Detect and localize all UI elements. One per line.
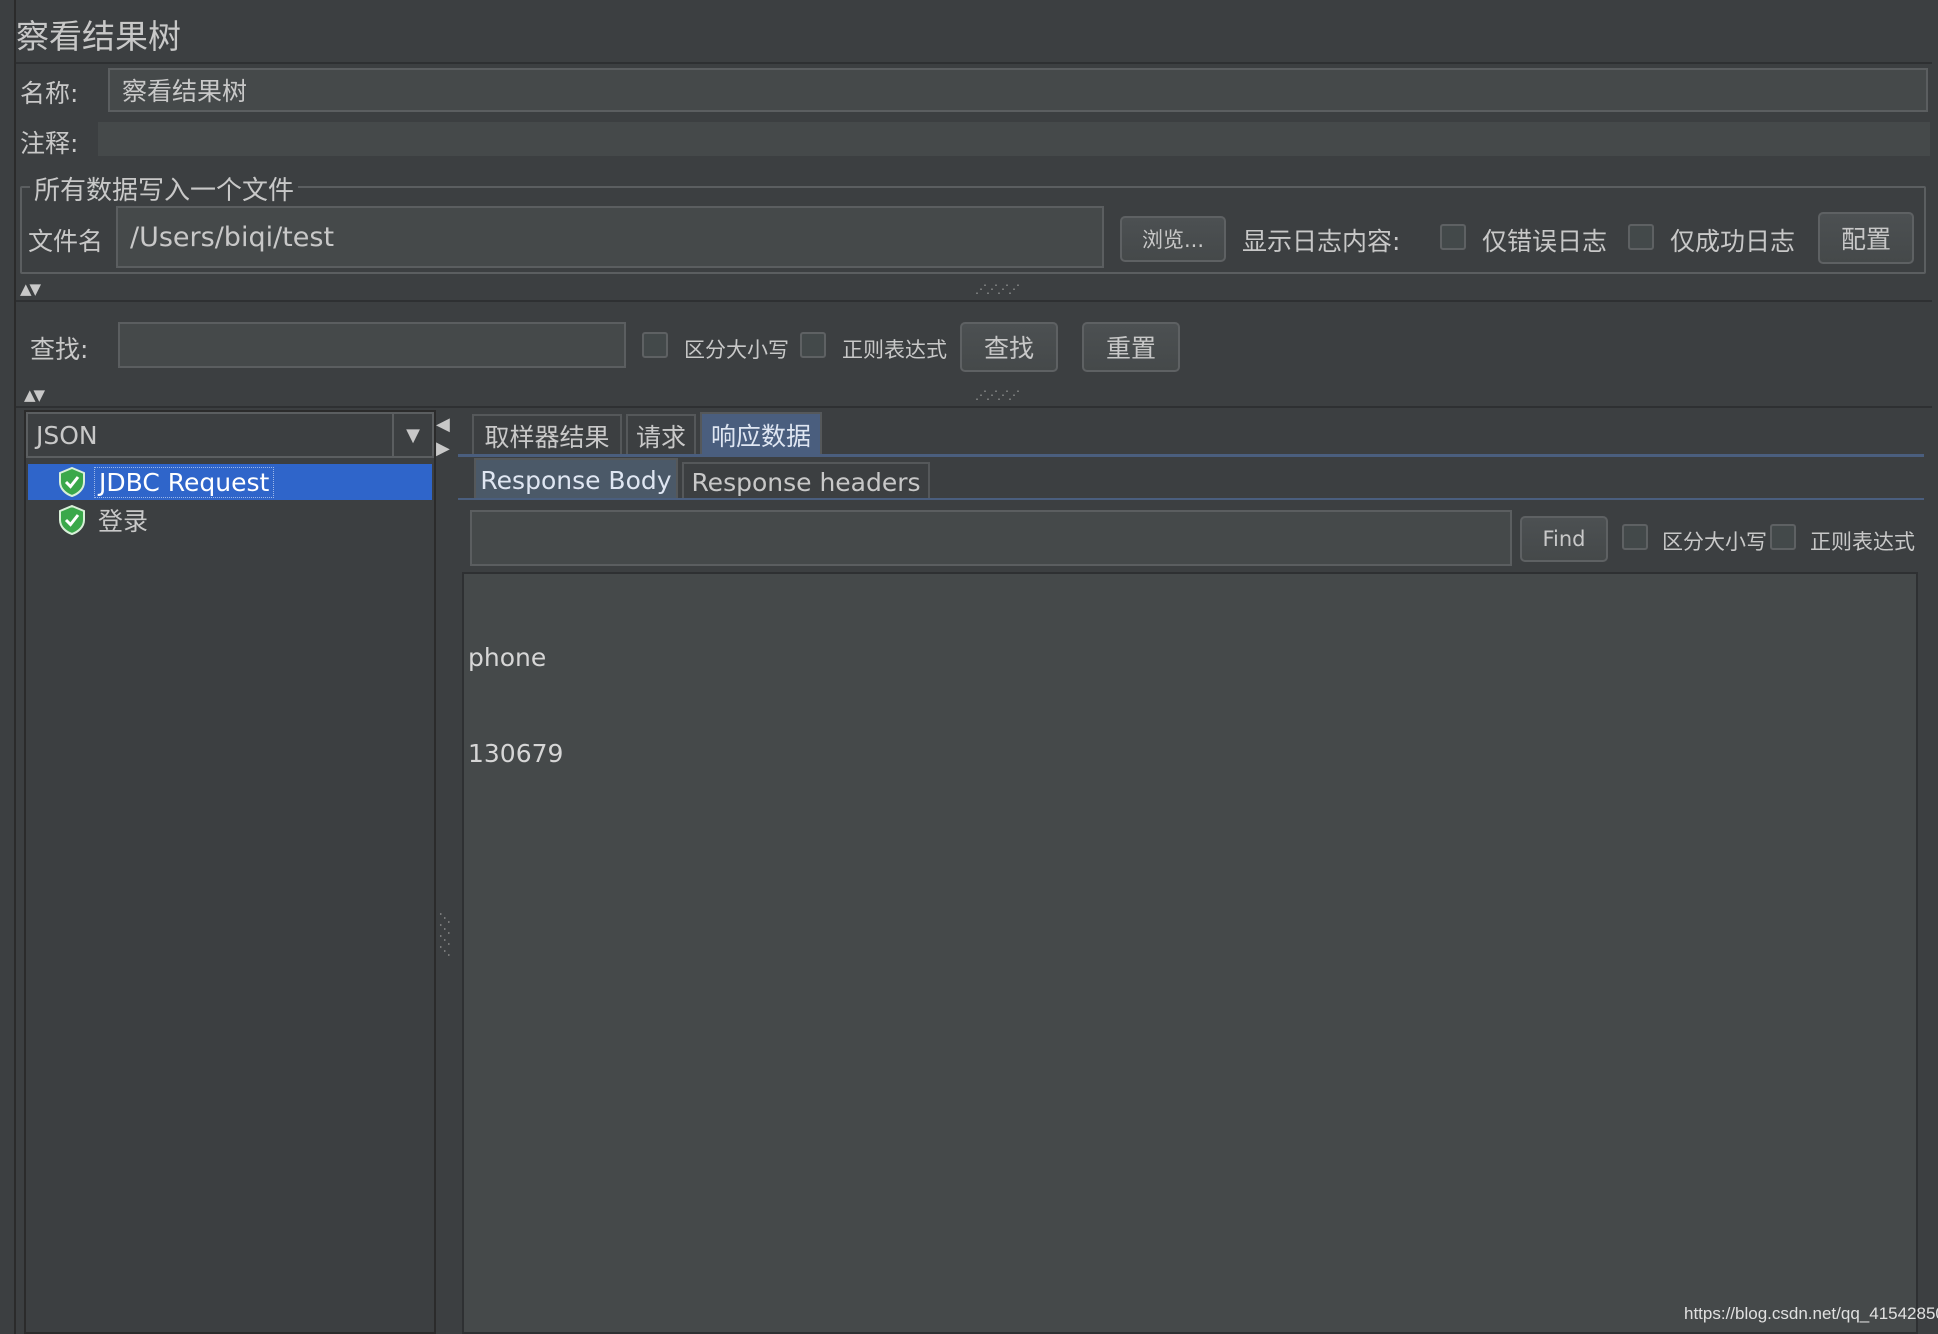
search-label: 查找: [30, 335, 89, 364]
response-find-button[interactable]: Find [1520, 516, 1608, 562]
success-shield-icon [58, 467, 86, 497]
expand-right-icon[interactable]: ▶ [436, 438, 450, 462]
expand-left-icon[interactable]: ◀ [436, 414, 450, 438]
filename-input[interactable]: /Users/biqi/test [116, 206, 1104, 268]
window-left-border [14, 0, 16, 1334]
divider [16, 62, 1932, 64]
response-regex-label: 正则表达式 [1810, 530, 1915, 554]
watermark-text: https://blog.csdn.net/qq_41542850 [1684, 1304, 1938, 1323]
renderer-select-value: JSON [36, 420, 98, 450]
case-sensitive-label: 区分大小写 [684, 338, 789, 362]
filename-label: 文件名 [28, 227, 104, 256]
browse-button[interactable]: 浏览... [1120, 216, 1226, 262]
case-sensitive-checkbox[interactable] [642, 332, 668, 358]
response-case-sensitive-label: 区分大小写 [1662, 530, 1767, 554]
response-line: 130679 [468, 739, 564, 768]
page-title: 察看结果树 [16, 17, 181, 56]
name-label: 名称: [20, 79, 79, 108]
log-display-label: 显示日志内容: [1242, 227, 1401, 256]
results-tree-panel [24, 410, 436, 1334]
chevron-down-icon[interactable]: ▼ [392, 414, 432, 456]
search-find-button[interactable]: 查找 [960, 322, 1058, 372]
tab-response-headers[interactable]: Response headers [682, 462, 930, 500]
divider [16, 300, 1932, 302]
comment-label: 注释: [20, 129, 79, 158]
tab-response-body[interactable]: Response Body [474, 458, 678, 500]
config-button[interactable]: 配置 [1818, 212, 1914, 264]
success-only-label: 仅成功日志 [1670, 227, 1796, 256]
splitter-grip-icon[interactable]: ⋰⋰⋰⋰ [975, 282, 1020, 296]
regex-label: 正则表达式 [842, 338, 947, 362]
success-shield-icon [58, 505, 86, 535]
response-case-sensitive-checkbox[interactable] [1622, 524, 1648, 550]
file-section-legend: 所有数据写入一个文件 [30, 170, 299, 207]
splitter-grip-icon[interactable]: ⋰⋰⋰⋰ [975, 388, 1020, 402]
tree-item-login[interactable]: 登录 [28, 502, 432, 538]
errors-only-checkbox[interactable] [1440, 224, 1466, 250]
collapse-arrows-icon[interactable]: ▲▼ [24, 386, 45, 404]
comment-input[interactable] [98, 122, 1930, 156]
name-input[interactable]: 察看结果树 [108, 68, 1928, 112]
collapse-arrows-icon[interactable]: ▲▼ [20, 280, 41, 298]
search-reset-button[interactable]: 重置 [1082, 322, 1180, 372]
subtab-underline [458, 498, 1924, 500]
tree-item-jdbc-request[interactable]: JDBC Request [28, 464, 432, 500]
response-body-area[interactable]: phone 130679 [462, 572, 1918, 1334]
response-line: phone [468, 643, 547, 672]
tab-sampler-result[interactable]: 取样器结果 [472, 414, 622, 456]
response-regex-checkbox[interactable] [1770, 524, 1796, 550]
tree-item-label: JDBC Request [94, 466, 275, 498]
success-only-checkbox[interactable] [1628, 224, 1654, 250]
tab-underline [458, 454, 1924, 457]
search-input[interactable] [118, 322, 626, 368]
tab-response-data[interactable]: 响应数据 [700, 412, 822, 456]
tab-request[interactable]: 请求 [626, 414, 696, 456]
response-search-input[interactable] [470, 510, 1512, 566]
renderer-select[interactable]: JSON ▼ [26, 412, 434, 458]
tree-item-label: 登录 [98, 507, 149, 536]
vertical-splitter-grip-icon[interactable]: ⋰⋰⋰⋰ [438, 912, 452, 956]
results-tree: JDBC Request 登录 [28, 464, 432, 538]
regex-checkbox[interactable] [800, 332, 826, 358]
errors-only-label: 仅错误日志 [1482, 227, 1608, 256]
divider [16, 406, 1932, 408]
